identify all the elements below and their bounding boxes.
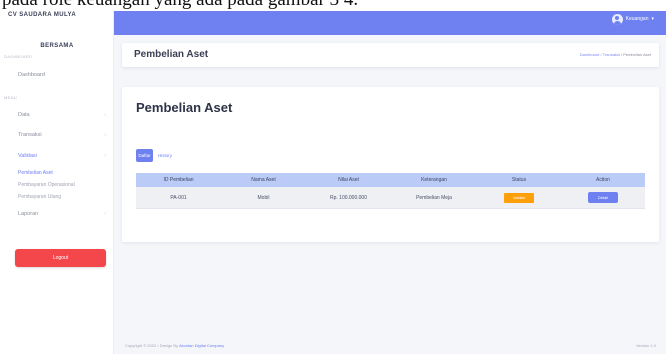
- breadcrumb-item-dashboard[interactable]: Dashboard: [580, 52, 600, 57]
- chevron-right-icon: ›: [104, 132, 106, 138]
- page-title: Pembelian Aset: [134, 49, 209, 60]
- caret-down-icon: ▾: [651, 16, 654, 22]
- column-header: Nilai Aset: [338, 177, 359, 183]
- footer-company-link[interactable]: Akuntan Digital Company: [179, 343, 224, 348]
- chevron-right-icon: ›: [104, 211, 106, 217]
- main-area: Keuangan ▾ Pembelian Aset Dashboard / Tr…: [114, 11, 666, 354]
- sidebar-item-transaksi[interactable]: Transaksi ›: [18, 130, 108, 141]
- breadcrumb-item-current: Pembelian Aset: [623, 52, 651, 57]
- table-divider: [136, 208, 645, 209]
- chevron-down-icon: ›: [104, 153, 106, 159]
- cell-nama-aset: Mobil: [257, 194, 270, 201]
- sidebar-item-label: Data: [18, 112, 30, 118]
- sidebar-subitem-pembayaran-operasional[interactable]: Pembayaran Operasional: [18, 180, 108, 190]
- column-header: Action: [596, 177, 610, 183]
- page-header: Pembelian Aset Dashboard / Transaksi / P…: [122, 43, 659, 67]
- sidebar-subitem-pembelian-aset[interactable]: Pembelian Aset: [18, 168, 108, 178]
- section-label-menu: MENU: [4, 95, 17, 100]
- content-title: Pembelian Aset: [136, 100, 233, 115]
- chevron-right-icon: ›: [104, 112, 106, 118]
- sidebar-item-label: Transaksi: [18, 132, 42, 138]
- sidebar-item-label: Laporan: [18, 211, 39, 217]
- detail-button[interactable]: Detail: [588, 192, 618, 203]
- status-badge[interactable]: Validasi: [504, 192, 534, 203]
- column-header: Status: [511, 177, 527, 183]
- sidebar-item-label: Validasi: [18, 153, 37, 159]
- breadcrumb-separator: /: [600, 52, 602, 57]
- document-caption: pada role keuangan yang ada pada gambar …: [0, 0, 666, 11]
- user-menu[interactable]: Keuangan ▾: [611, 12, 654, 26]
- cell-keterangan: Pembelian Meja: [416, 194, 452, 201]
- user-name: Keuangan: [625, 16, 649, 22]
- content-card: Pembelian Aset Daftar History ID Pembeli…: [122, 87, 659, 242]
- sidebar-item-dashboard[interactable]: Dashboard: [18, 70, 108, 81]
- tab-history[interactable]: History: [158, 149, 172, 162]
- sidebar-item-validasi[interactable]: Validasi ›: [18, 151, 108, 162]
- table-header-row: ID Pembelian Nama Aset Nilai Aset Ketera…: [136, 173, 645, 187]
- sidebar: CV SAUDARA MULYA BERSAMA DASHBOARD Dashb…: [0, 11, 114, 354]
- column-header: Nama Aset: [251, 177, 276, 183]
- assets-table: ID Pembelian Nama Aset Nilai Aset Ketera…: [136, 173, 645, 209]
- logout-button[interactable]: Logout: [15, 249, 106, 267]
- tab-daftar[interactable]: Daftar: [136, 149, 153, 162]
- column-header: ID Pembelian: [163, 177, 194, 183]
- cell-status: Validasi: [477, 187, 561, 208]
- footer-version: Version 1.0: [635, 343, 656, 348]
- breadcrumb-separator: /: [620, 52, 623, 57]
- cell-nilai-aset: Rp. 100.000.000: [330, 194, 367, 201]
- cell-id: PA-001: [170, 194, 187, 201]
- breadcrumb: Dashboard / Transaksi / Pembelian Aset: [580, 52, 651, 57]
- brand-name-line2: BERSAMA: [40, 43, 74, 49]
- table-row: PA-001 Mobil Rp. 100.000.000 Pembelian M…: [136, 187, 645, 208]
- footer-copyright-text: Copyright © 2022 • Design By: [125, 343, 179, 348]
- column-header: Keterangan: [421, 177, 447, 183]
- page: pada role keuangan yang ada pada gambar …: [0, 0, 666, 354]
- brand-name: CV SAUDARA MULYA: [8, 12, 77, 18]
- footer-copyright: Copyright © 2022 • Design By Akuntan Dig…: [125, 343, 224, 348]
- sidebar-subitem-pembayaran-utang[interactable]: Pembayaran Utang: [18, 192, 108, 202]
- breadcrumb-item-transaksi[interactable]: Transaksi: [603, 52, 620, 57]
- user-avatar-icon: [611, 13, 623, 25]
- top-navbar: Keuangan ▾: [114, 11, 666, 35]
- section-label-dashboard: DASHBOARD: [4, 54, 33, 59]
- sidebar-item-laporan[interactable]: Laporan ›: [18, 209, 108, 220]
- cell-action: Detail: [561, 187, 645, 208]
- sidebar-item-data[interactable]: Data ›: [18, 110, 108, 121]
